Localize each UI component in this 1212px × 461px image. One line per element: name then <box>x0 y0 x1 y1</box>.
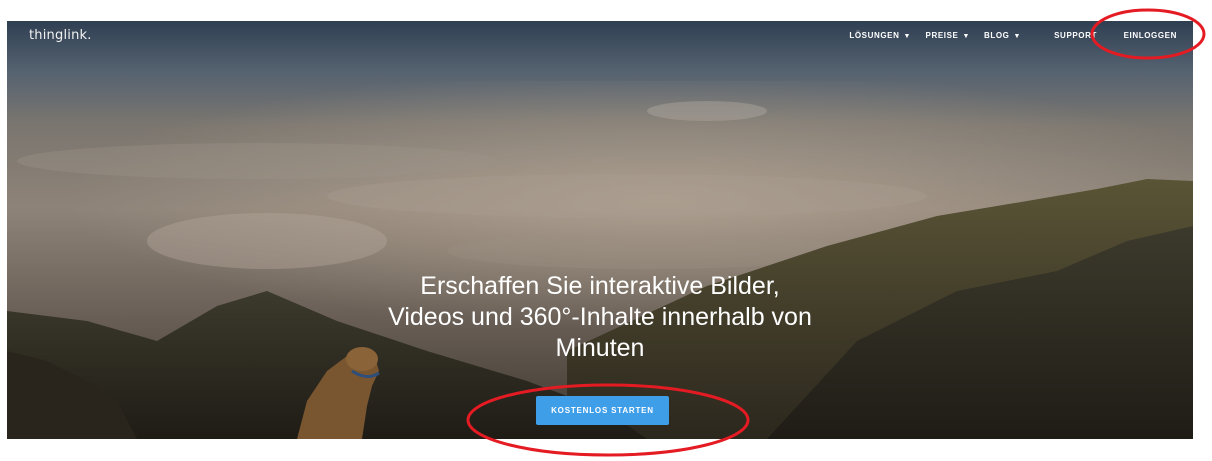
nav-item-einloggen[interactable]: EINLOGGEN <box>1124 31 1177 41</box>
top-navigation: thinglink. LÖSUNGEN ▼ PREISE ▼ BLOG ▼ SUPPO… <box>7 21 1193 57</box>
hero-background-image <box>7 21 1193 439</box>
nav-item-label: PREISE <box>925 31 959 40</box>
start-free-button[interactable]: KOSTENLOS STARTEN <box>536 396 669 425</box>
nav-item-loesungen[interactable]: LÖSUNGEN ▼ <box>849 31 911 42</box>
headline-line-1: Erschaffen Sie interaktive Bilder, <box>420 272 780 300</box>
hero-section: thinglink. LÖSUNGEN ▼ PREISE ▼ BLOG ▼ SUPPO… <box>7 21 1193 439</box>
thinglink-logo[interactable]: thinglink. <box>29 28 92 43</box>
nav-item-support[interactable]: SUPPORT <box>1054 31 1097 41</box>
chevron-down-icon: ▼ <box>903 33 911 40</box>
headline-line-2: Videos und 360°-Inhalte innerhalb von <box>388 303 812 331</box>
hero-headline: Erschaffen Sie interaktive Bilder, Video… <box>7 271 1193 364</box>
chevron-down-icon: ▼ <box>962 33 970 40</box>
nav-item-preise[interactable]: PREISE ▼ <box>926 31 970 42</box>
nav-item-label: LÖSUNGEN <box>849 31 900 40</box>
nav-item-label: EINLOGGEN <box>1123 31 1177 40</box>
nav-item-label: BLOG <box>983 31 1010 40</box>
nav-item-label: SUPPORT <box>1054 31 1097 40</box>
headline-line-3: Minuten <box>555 334 645 362</box>
chevron-down-icon: ▼ <box>1013 33 1021 40</box>
nav-item-blog[interactable]: BLOG ▼ <box>984 31 1021 42</box>
